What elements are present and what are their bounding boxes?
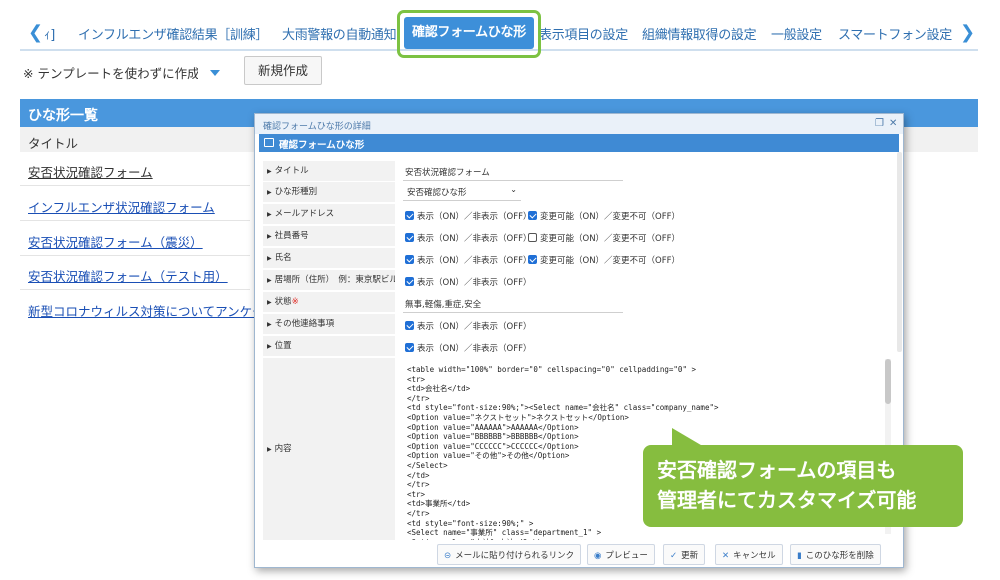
name-display-checkbox[interactable]: 表示（ON）／非表示（OFF） — [405, 254, 532, 266]
position-display-checkbox[interactable]: 表示（ON）／非表示（OFF） — [405, 342, 532, 354]
code-line: <Option value="ネクストセット">ネクストセット</Option> — [407, 412, 629, 422]
tab-partial[interactable]: ｨ] — [44, 24, 55, 43]
row-label-status: ▶ 状態※ — [263, 292, 395, 312]
divider — [20, 185, 250, 186]
mail-link-button[interactable]: ⊝ メールに貼り付けられるリンク — [437, 544, 582, 565]
row-label-template-type: ▶ ひな形種別 — [263, 182, 395, 202]
new-create-button[interactable]: 新規作成 — [244, 56, 322, 85]
divider — [20, 255, 250, 256]
other-display-checkbox[interactable]: 表示（ON）／非表示（OFF） — [405, 320, 532, 332]
row-label-other: ▶ その他連絡事項 — [263, 314, 395, 334]
employee-change-checkbox[interactable]: 変更可能（ON）／変更不可（OFF） — [528, 232, 680, 244]
template-item[interactable]: 安否状況確認フォーム（テスト用） — [28, 266, 256, 285]
code-line: <td>会社名</td> — [407, 384, 471, 394]
modal-window-title: 確認フォームひな形の詳細 — [255, 114, 903, 134]
modal-panel-title: 確認フォームひな形 — [259, 134, 899, 152]
check-icon: ✓ — [670, 551, 678, 561]
underline — [403, 312, 623, 313]
tab-heavy-rain-notice[interactable]: 大雨警報の自動通知 — [282, 24, 397, 43]
divider — [20, 220, 250, 221]
code-line: </tr> — [407, 393, 430, 403]
close-icon[interactable]: ✕ — [889, 118, 897, 129]
active-tab-highlight — [397, 10, 541, 58]
template-item[interactable]: 新型コロナウィルス対策についてアンケート — [28, 301, 256, 320]
tab-general[interactable]: 一般設定 — [771, 24, 822, 43]
chevron-down-icon: ⌄ — [510, 185, 517, 194]
tab-display-items[interactable]: 表示項目の設定 — [539, 24, 628, 43]
template-item[interactable]: インフルエンザ状況確認フォーム — [28, 197, 256, 216]
email-change-checkbox[interactable]: 変更可能（ON）／変更不可（OFF） — [528, 210, 680, 222]
link-icon: ⊝ — [444, 551, 452, 561]
row-label-name: ▶ 氏名 — [263, 248, 395, 268]
code-line: <Option value="AAAAAA">AAAAAA</Option> — [407, 422, 579, 432]
row-label-title: ▶ タイトル — [263, 161, 395, 181]
chevron-left-icon[interactable]: ❮ — [28, 22, 43, 43]
modal-scrollbar[interactable] — [897, 152, 902, 352]
code-line: <Option value="BBBBBB">BBBBBB</Option> — [407, 432, 579, 442]
delete-template-button[interactable]: ▮ このひな形を削除 — [790, 544, 881, 565]
preview-button[interactable]: ◉ プレビュー — [587, 544, 655, 565]
panel-title-text: 確認フォームひな形 — [279, 140, 365, 151]
row-label-content: ▶ 内容 — [263, 358, 395, 540]
title-value[interactable]: 安否状況確認フォーム — [405, 166, 490, 178]
underline — [403, 180, 623, 181]
tab-bar: ❮ ｨ] インフルエンザ確認結果［訓練］ 大雨警報の自動通知 確認フォームひな形… — [0, 0, 1000, 62]
cancel-icon: ✕ — [722, 551, 730, 561]
row-label-email: ▶ メールアドレス — [263, 204, 395, 224]
chevron-right-icon[interactable]: ❯ — [960, 22, 975, 43]
caret-down-icon[interactable] — [210, 70, 220, 76]
divider — [20, 289, 250, 290]
row-label-position: ▶ 位置 — [263, 336, 395, 356]
code-line: <tr> — [407, 374, 426, 384]
name-change-checkbox[interactable]: 変更可能（ON）／変更不可（OFF） — [528, 254, 680, 266]
tab-org-info[interactable]: 組織情報取得の設定 — [642, 24, 757, 43]
code-line: <Select name="事業所" class="department_1" … — [407, 528, 602, 538]
no-template-notice: ※ テンプレートを使わずに作成 — [23, 66, 198, 81]
trash-icon: ▮ — [797, 551, 802, 561]
restore-icon[interactable]: ❐ — [875, 118, 884, 129]
employee-display-checkbox[interactable]: 表示（ON）／非表示（OFF） — [405, 232, 532, 244]
cancel-button[interactable]: ✕ キャンセル — [715, 544, 783, 565]
code-line: <td style="font-size:90%;"><Select name=… — [407, 403, 719, 413]
code-line: <Option value="本社">本社</Option> — [407, 538, 877, 540]
tab-influenza-results[interactable]: インフルエンザ確認結果［訓練］ — [78, 24, 268, 43]
template-item[interactable]: 安否状況確認フォーム（震災） — [28, 232, 256, 251]
row-label-employee-no: ▶ 社員番号 — [263, 226, 395, 246]
eye-icon: ◉ — [594, 551, 602, 561]
callout-line-1: 安否確認フォームの項目も — [657, 458, 897, 482]
row-label-location: ▶ 居場所（住所） 例：東京駅ビル — [263, 270, 395, 290]
status-value[interactable]: 無事,軽傷,重症,安全 — [405, 298, 481, 310]
callout-line-2: 管理者にてカスタマイズ可能 — [657, 488, 917, 512]
feature-callout: 安否確認フォームの項目も 管理者にてカスタマイズ可能 — [643, 445, 963, 527]
edit-icon — [264, 138, 274, 147]
template-type-select[interactable]: 安否確認ひな形 ⌄ — [403, 184, 521, 201]
scroll-thumb[interactable] — [885, 359, 891, 404]
tab-smartphone[interactable]: スマートフォン設定 — [838, 24, 952, 43]
update-button[interactable]: ✓ 更新 — [663, 544, 706, 565]
code-line: <table width="100%" border="0" cellspaci… — [407, 365, 696, 374]
template-item[interactable]: 安否状況確認フォーム — [28, 162, 256, 181]
email-display-checkbox[interactable]: 表示（ON）／非表示（OFF） — [405, 210, 532, 222]
location-display-checkbox[interactable]: 表示（ON）／非表示（OFF） — [405, 276, 532, 288]
